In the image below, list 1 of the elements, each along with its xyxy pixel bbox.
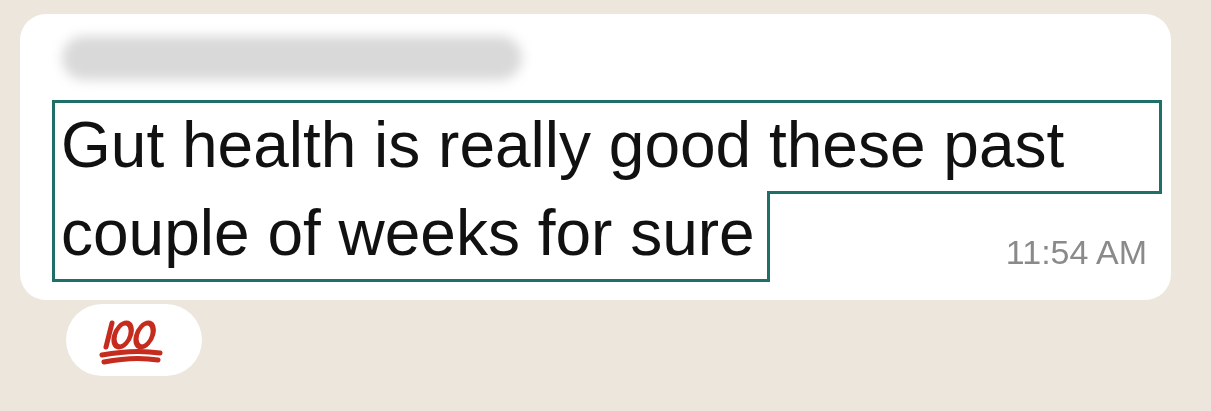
message-time: 11:54 AM [1005, 233, 1147, 272]
